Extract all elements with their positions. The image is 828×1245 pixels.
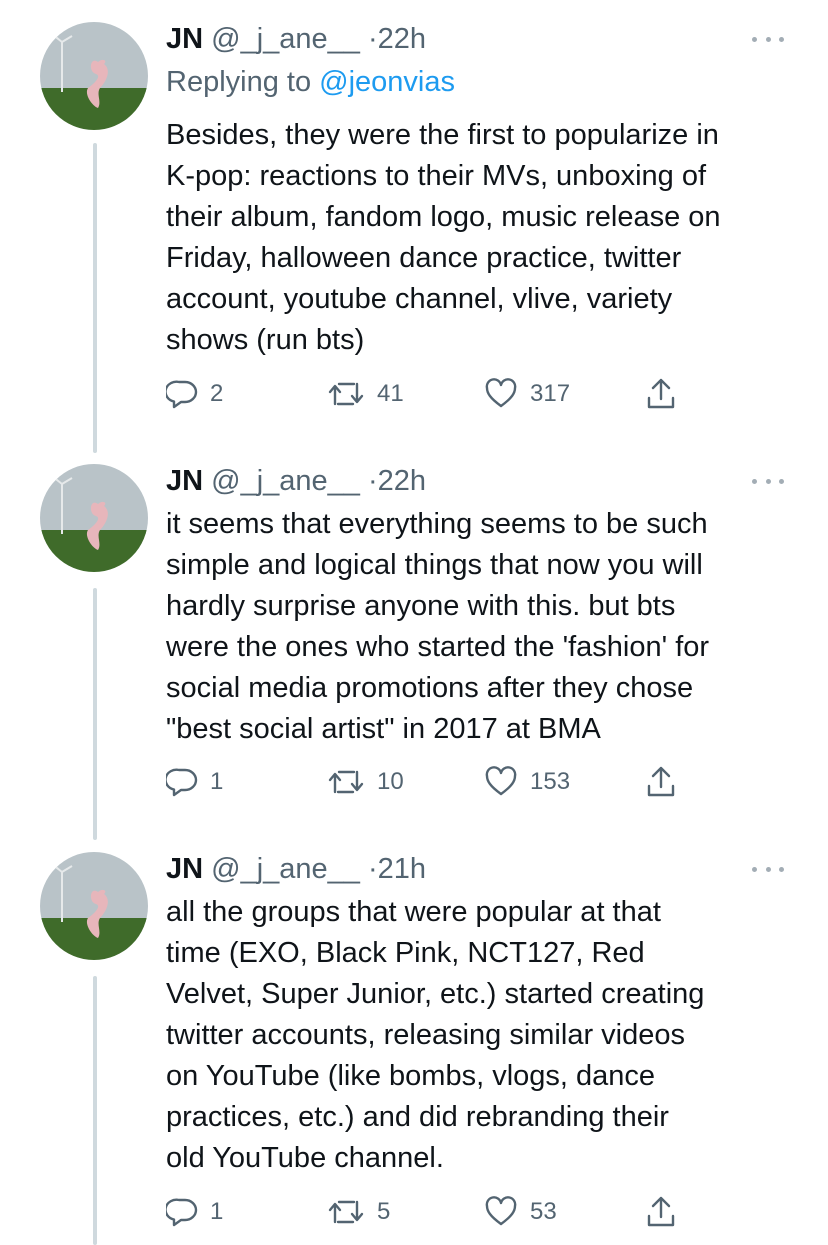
timestamp[interactable]: 22h bbox=[378, 23, 426, 55]
reply-button[interactable]: 1 bbox=[166, 1192, 223, 1232]
speech-bubble-icon bbox=[166, 768, 198, 797]
tweet-actions: 1 5 53 bbox=[0, 1192, 828, 1232]
avatar[interactable] bbox=[40, 464, 148, 572]
author-name[interactable]: JN bbox=[166, 23, 203, 55]
replying-to-label: Replying to bbox=[166, 66, 312, 98]
retweet-button[interactable]: 10 bbox=[327, 762, 404, 802]
separator-dot: · bbox=[367, 23, 378, 55]
like-button[interactable]: 317 bbox=[484, 374, 570, 414]
speech-bubble-icon bbox=[166, 1198, 198, 1227]
tweet-text: it seems that everything seems to be suc… bbox=[166, 508, 710, 745]
like-count: 53 bbox=[530, 1198, 557, 1225]
reply-count: 1 bbox=[210, 768, 224, 795]
tweet-actions: 2 41 317 bbox=[0, 374, 828, 414]
more-options-icon[interactable] bbox=[752, 476, 784, 486]
retweet-count: 5 bbox=[377, 1198, 391, 1225]
tweet[interactable]: JN @_j_ane__ ·21h all the groups that we… bbox=[0, 850, 828, 1245]
separator-dot: · bbox=[367, 853, 378, 885]
tweet-header: JN @_j_ane__ ·21h bbox=[166, 850, 426, 888]
retweet-arrows-icon bbox=[328, 382, 364, 406]
retweet-count: 10 bbox=[377, 768, 404, 795]
reply-button[interactable]: 2 bbox=[166, 374, 223, 414]
timestamp[interactable]: 22h bbox=[378, 465, 426, 497]
heart-icon bbox=[485, 766, 517, 796]
tweet-text: all the groups that were popular at that… bbox=[166, 896, 705, 1174]
retweet-arrows-icon bbox=[328, 770, 364, 794]
share-button[interactable] bbox=[645, 374, 677, 414]
reply-button[interactable]: 1 bbox=[166, 762, 223, 802]
more-options-icon[interactable] bbox=[752, 34, 784, 44]
retweet-button[interactable]: 41 bbox=[327, 374, 404, 414]
tweet[interactable]: JN @_j_ane__ ·22h it seems that everythi… bbox=[0, 462, 828, 842]
replying-to-handle[interactable]: @jeonvias bbox=[319, 66, 455, 98]
share-button[interactable] bbox=[645, 762, 677, 802]
speech-bubble-icon bbox=[166, 380, 198, 409]
author-handle[interactable]: @_j_ane__ bbox=[211, 853, 360, 885]
tweet[interactable]: JN @_j_ane__ ·22h Replying to @jeonvias … bbox=[0, 20, 828, 420]
tweet-actions: 1 10 153 bbox=[0, 762, 828, 802]
avatar[interactable] bbox=[40, 852, 148, 960]
like-count: 153 bbox=[530, 768, 571, 795]
avatar[interactable] bbox=[40, 22, 148, 130]
retweet-button[interactable]: 5 bbox=[327, 1192, 390, 1232]
separator-dot: · bbox=[367, 465, 378, 497]
reply-count: 1 bbox=[210, 1198, 224, 1225]
author-name[interactable]: JN bbox=[166, 465, 203, 497]
share-upload-icon bbox=[647, 1196, 675, 1227]
like-count: 317 bbox=[530, 380, 571, 407]
tweet-header: JN @_j_ane__ ·22h bbox=[166, 20, 426, 58]
share-upload-icon bbox=[647, 378, 675, 409]
heart-icon bbox=[485, 378, 517, 408]
author-name[interactable]: JN bbox=[166, 853, 203, 885]
author-handle[interactable]: @_j_ane__ bbox=[211, 465, 360, 497]
reply-count: 2 bbox=[210, 380, 224, 407]
tweet-header: JN @_j_ane__ ·22h bbox=[166, 462, 426, 500]
retweet-count: 41 bbox=[377, 380, 404, 407]
retweet-arrows-icon bbox=[328, 1200, 364, 1224]
tweet-text: Besides, they were the first to populari… bbox=[166, 119, 721, 356]
like-button[interactable]: 53 bbox=[484, 1192, 557, 1232]
timestamp[interactable]: 21h bbox=[378, 853, 426, 885]
share-upload-icon bbox=[647, 766, 675, 797]
replying-to: Replying to @jeonvias bbox=[166, 63, 455, 101]
like-button[interactable]: 153 bbox=[484, 762, 570, 802]
author-handle[interactable]: @_j_ane__ bbox=[211, 23, 360, 55]
heart-icon bbox=[485, 1196, 517, 1226]
more-options-icon[interactable] bbox=[752, 864, 784, 874]
share-button[interactable] bbox=[645, 1192, 677, 1232]
